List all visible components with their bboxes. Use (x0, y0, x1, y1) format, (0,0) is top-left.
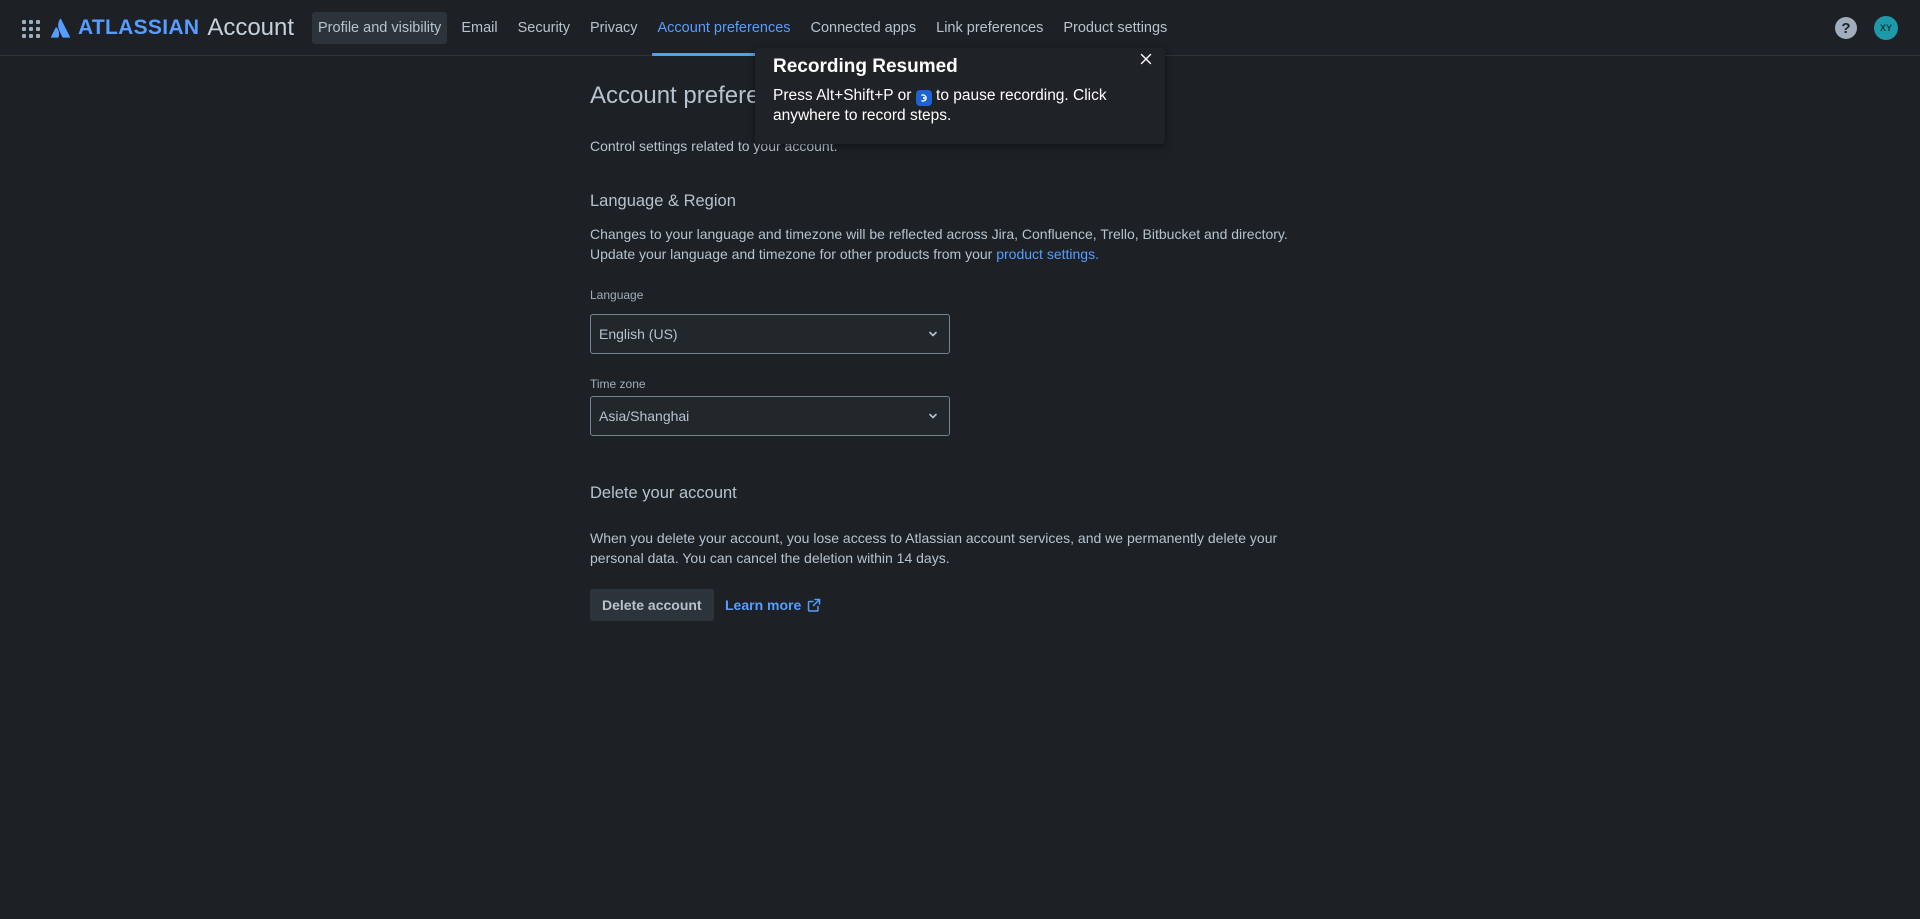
tab-account-preferences[interactable]: Account preferences (651, 12, 797, 56)
language-region-description: Changes to your language and timezone wi… (590, 224, 1330, 264)
language-value: English (US) (599, 326, 678, 342)
tab-security[interactable]: Security (512, 12, 576, 44)
toast-body: Press Alt+Shift+P or to pause recording.… (773, 86, 1145, 126)
toast-body-start: Press Alt+Shift+P or (773, 87, 916, 104)
learn-more-link[interactable]: Learn more (725, 589, 821, 621)
delete-account-title: Delete your account (590, 484, 737, 502)
chevron-down-icon (929, 331, 937, 337)
language-label: Language (590, 288, 644, 302)
toast-title: Recording Resumed (773, 56, 958, 77)
timezone-label: Time zone (590, 377, 646, 391)
atlassian-logo-icon (50, 18, 71, 38)
brand-product: Account (207, 14, 295, 41)
learn-more-label: Learn more (725, 597, 802, 613)
tab-email[interactable]: Email (455, 12, 503, 44)
avatar[interactable]: XY (1874, 16, 1898, 40)
tab-link-preferences[interactable]: Link preferences (930, 12, 1049, 44)
language-region-text: Changes to your language and timezone wi… (590, 226, 1288, 262)
tab-privacy[interactable]: Privacy (584, 12, 644, 44)
tab-profile-and-visibility[interactable]: Profile and visibility (312, 12, 448, 44)
help-icon[interactable]: ? (1835, 17, 1857, 39)
recorder-icon (915, 90, 932, 106)
brand-name: ATLASSIAN (78, 16, 200, 39)
delete-account-button[interactable]: Delete account (590, 589, 714, 621)
recording-toast: Recording Resumed Press Alt+Shift+P or t… (755, 48, 1165, 144)
tab-product-settings[interactable]: Product settings (1057, 12, 1173, 44)
product-settings-link[interactable]: product settings. (996, 246, 1099, 262)
chevron-down-icon (929, 413, 937, 419)
brand-logo[interactable]: ATLASSIAN Account (50, 13, 294, 43)
timezone-value: Asia/Shanghai (599, 408, 690, 424)
app-switcher-icon[interactable] (20, 18, 40, 38)
tab-connected-apps[interactable]: Connected apps (805, 12, 923, 44)
close-icon[interactable] (1137, 50, 1155, 68)
delete-account-description: When you delete your account, you lose a… (590, 530, 1278, 566)
timezone-select[interactable]: Asia/Shanghai (590, 396, 950, 436)
language-region-title: Language & Region (590, 192, 736, 210)
language-select[interactable]: English (US) (590, 314, 950, 354)
external-link-icon (808, 598, 821, 612)
